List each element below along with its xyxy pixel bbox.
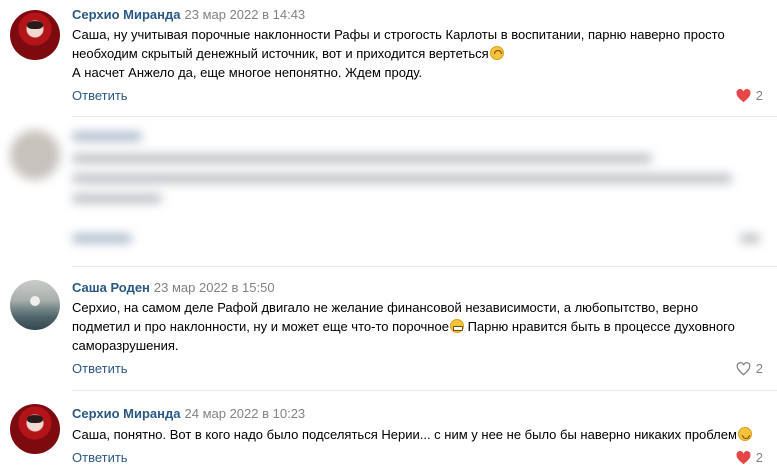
like-count: 2	[755, 88, 763, 103]
comment-text: Серхио, на самом деле Рафой двигало не ж…	[72, 300, 735, 353]
divider	[72, 116, 777, 117]
author-name[interactable]: Саша Роден 23 мар 2022 в 15:50	[72, 280, 275, 295]
divider	[72, 390, 777, 391]
like-button[interactable]: 2	[736, 88, 763, 103]
reply-button[interactable]: Ответить	[72, 450, 128, 465]
author-name[interactable]: Серхио Миранда 24 мар 2022 в 10:23	[72, 406, 305, 421]
avatar[interactable]	[10, 404, 60, 454]
like-count: 2	[755, 450, 763, 465]
comment-date[interactable]: 24 мар 2022 в 10:23	[185, 406, 306, 421]
comment-date[interactable]: 23 мар 2022 в 15:50	[154, 280, 275, 295]
like-count: 2	[755, 361, 763, 376]
grinning-face-emoji	[449, 319, 464, 333]
avatar[interactable]	[10, 280, 60, 330]
heart-outline-icon	[736, 361, 751, 375]
heart-filled-icon	[736, 450, 751, 464]
comment-text: Саша, понятно. Вот в кого надо было подс…	[72, 425, 752, 444]
author-name[interactable]: Серхио Миранда 23 мар 2022 в 14:43	[72, 7, 305, 22]
blurred-comment	[0, 120, 777, 260]
heart-filled-icon	[736, 88, 751, 102]
like-button[interactable]: 2	[736, 450, 763, 465]
reply-button[interactable]: Ответить	[72, 361, 128, 376]
avatar[interactable]	[10, 10, 60, 60]
reply-button[interactable]: Ответить	[72, 88, 128, 103]
divider	[72, 266, 777, 267]
like-button[interactable]: 2	[736, 361, 763, 376]
comment-text: Саша, ну учитывая порочные наклонности Р…	[72, 27, 725, 80]
winking-face-emoji	[737, 427, 752, 441]
upside-down-face-emoji	[489, 46, 504, 60]
avatar	[10, 130, 60, 180]
comment-date[interactable]: 23 мар 2022 в 14:43	[185, 7, 306, 22]
